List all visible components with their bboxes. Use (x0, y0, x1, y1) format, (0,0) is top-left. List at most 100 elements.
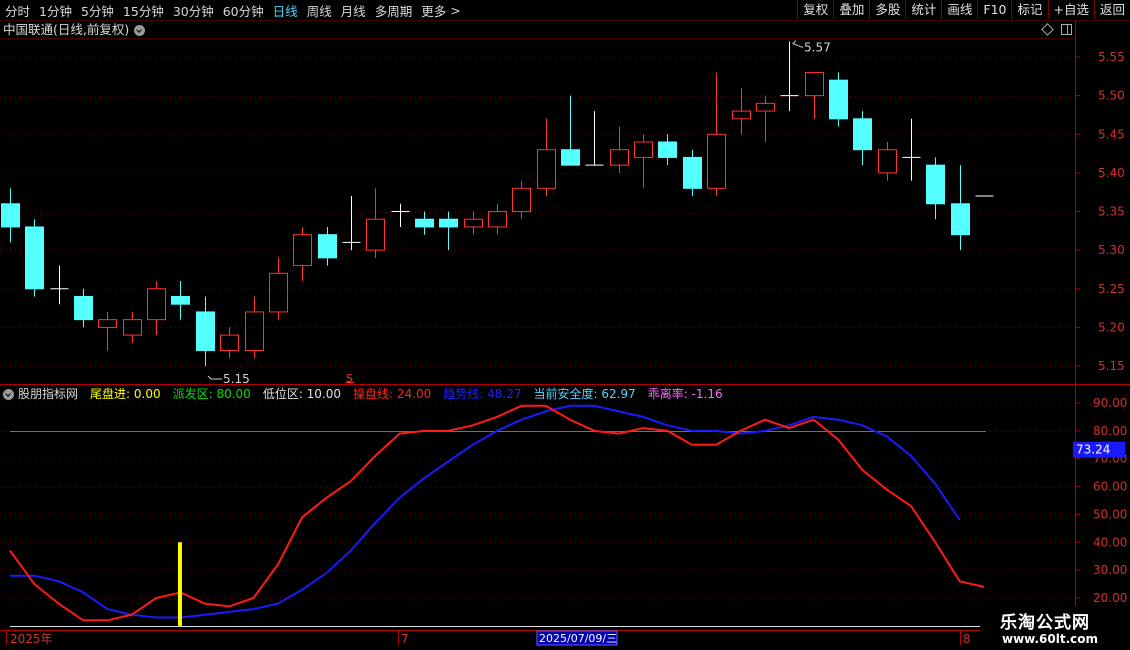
candle-body (366, 218, 385, 251)
indicator-tick-label: 90.00 (1093, 396, 1127, 410)
cursor-date-label: 2025/07/09/三 (539, 632, 617, 645)
candle (805, 71, 824, 119)
candle-body (293, 234, 312, 267)
candle-body (561, 149, 580, 166)
date-label-august: 8 (963, 632, 971, 646)
candle-body (439, 218, 458, 228)
candle-body (196, 311, 215, 352)
candle (756, 95, 775, 142)
price-tick-label: 5.50 (1098, 89, 1125, 103)
tail-entry-bar (177, 542, 182, 626)
candle (902, 118, 921, 181)
low-price-label: 5.15 (223, 372, 250, 386)
candle (342, 196, 361, 251)
chart-frame (0, 20, 1130, 631)
price-tick-label: 5.40 (1098, 166, 1125, 180)
candle (683, 149, 702, 197)
price-tick-label: 5.35 (1098, 205, 1125, 219)
candle-body (171, 295, 190, 305)
price-annotations: 5.57 5.15 S (207, 40, 831, 386)
candle (488, 203, 507, 235)
candle (853, 111, 872, 166)
candle (74, 288, 93, 328)
candle-body (488, 211, 507, 228)
candle (464, 211, 483, 235)
candle-body (98, 319, 117, 328)
candle (951, 165, 970, 251)
candle (269, 257, 288, 320)
indicator-tick-label: 40.00 (1093, 535, 1127, 549)
watermark-url: www.60lt.com (1002, 632, 1099, 646)
candle-body (805, 71, 824, 97)
candle (171, 281, 190, 320)
candle (707, 72, 726, 197)
candle-body (853, 118, 872, 151)
operation-line (9, 404, 985, 622)
indicator-tick-label: 80.00 (1093, 424, 1127, 438)
candle (732, 87, 751, 135)
candle-body (926, 164, 945, 205)
candle (537, 118, 556, 197)
candle-body (318, 234, 337, 259)
candle (147, 281, 166, 336)
candle (585, 111, 604, 166)
candle-body (74, 295, 93, 321)
sell-marker: S (346, 372, 353, 385)
candle-body (123, 319, 142, 336)
candle (391, 203, 410, 227)
watermark-title: 乐淘公式网 (1000, 613, 1090, 633)
current-value-label: 73.24 (1076, 443, 1110, 457)
candle-body (707, 133, 726, 189)
candle (366, 188, 385, 258)
candle-body (245, 311, 264, 352)
price-tick-label: 5.25 (1098, 282, 1125, 296)
candlestick-series (1, 41, 994, 366)
indicator-series (0, 403, 1075, 627)
watermark: 乐淘公式网 www.60lt.com (980, 606, 1130, 650)
candle (829, 72, 848, 127)
candle (634, 134, 653, 189)
candle-body (220, 334, 239, 352)
candle (415, 211, 434, 235)
candle (25, 219, 44, 297)
candle-body (951, 203, 970, 236)
high-arrow (792, 40, 804, 49)
candle (780, 41, 799, 112)
price-tick-label: 5.55 (1098, 50, 1125, 64)
indicator-axis: 90.0080.0070.0060.0050.0040.0030.0020.00… (1073, 396, 1127, 605)
indicator-tick-label: 20.00 (1093, 591, 1127, 605)
candle (658, 134, 677, 166)
candle-body (147, 288, 166, 321)
candle-body (25, 226, 44, 290)
price-axis: 5.55 5.50 5.45 5.40 5.35 5.30 5.25 5.20 5.15 (1075, 50, 1125, 373)
candle (293, 226, 312, 282)
candle-body (878, 149, 897, 174)
price-tick-label: 5.45 (1098, 127, 1125, 141)
candle-body (464, 218, 483, 228)
candle-body (756, 102, 775, 112)
candle (1, 188, 20, 243)
candle-body (415, 218, 434, 228)
candle-body (537, 149, 556, 189)
candle (512, 180, 531, 220)
candle (878, 141, 897, 181)
candle-body (683, 156, 702, 189)
candle (98, 311, 117, 351)
indicator-tick-label: 30.00 (1093, 563, 1127, 577)
date-label-start: 2025年 (10, 632, 53, 646)
candle-body (610, 149, 629, 166)
low-arrow (207, 375, 222, 380)
candle (318, 226, 337, 266)
high-price-label: 5.57 (804, 41, 831, 55)
candle (50, 265, 69, 305)
candle (439, 211, 458, 251)
candle (196, 296, 215, 366)
candle-body (1, 203, 20, 228)
chart-canvas[interactable]: 5.55 5.50 5.45 5.40 5.35 5.30 5.25 5.20 5.15 5.5… (0, 0, 1130, 650)
indicator-tick-label: 50.00 (1093, 507, 1127, 521)
candle (123, 311, 142, 343)
candle (610, 126, 629, 173)
candle-body (512, 187, 531, 212)
date-axis: 2025年 7 2025/07/09/三 8 (6, 630, 971, 646)
candle-body (829, 79, 848, 120)
